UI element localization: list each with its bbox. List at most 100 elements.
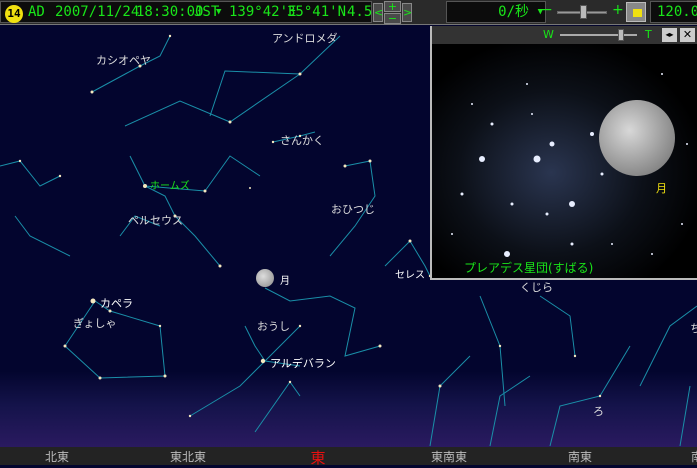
label-andromeda: アンドロメダ (272, 32, 338, 45)
star[interactable] (143, 184, 147, 188)
star[interactable] (158, 324, 162, 328)
label-taurus: おうし (257, 320, 290, 333)
pleiades-star (570, 242, 574, 246)
mode-badge[interactable]: 14 (5, 5, 23, 23)
moon-icon[interactable] (256, 269, 274, 287)
time-rate: 0/秒 (498, 4, 529, 20)
rate-plus[interactable]: + (612, 2, 624, 18)
timezone-dropdown-icon[interactable]: ▼ (216, 2, 221, 22)
star[interactable] (298, 324, 302, 328)
star[interactable] (343, 164, 347, 168)
toolbar: 14 AD 2007/11/24 18:30:00 JST ▼ 139°42'E… (0, 0, 697, 25)
datetime-location-display[interactable]: 14 AD 2007/11/24 18:30:00 JST ▼ 139°42'E… (0, 1, 372, 23)
label-aries: おひつじ (331, 203, 375, 216)
direction-ene: 東北東 (169, 450, 207, 464)
star[interactable] (438, 384, 442, 388)
rate-minus[interactable]: − (541, 2, 553, 18)
zoom-slider-thumb[interactable] (618, 29, 624, 41)
lock-button[interactable] (626, 2, 646, 22)
label-aldebaran: アルデバラン (270, 357, 336, 370)
constellation-line (539, 295, 576, 357)
star[interactable] (368, 159, 372, 163)
star[interactable] (63, 344, 67, 348)
pleiades-star (600, 172, 604, 176)
telescope-window: W T ◂▸ ✕ 月 プレアデス星団(すばる) (430, 26, 697, 280)
pleiades-star (451, 233, 453, 235)
constellation-line (254, 381, 301, 433)
field-of-view[interactable]: 120.0° (650, 1, 697, 23)
pleiades-star (490, 122, 494, 126)
moon-image (599, 100, 675, 176)
star[interactable] (260, 358, 266, 364)
zoom-out-button[interactable]: − (384, 13, 401, 24)
direction-bar: 北東 東北東 東 東南東 南東 南 (0, 447, 697, 467)
pleiades-star (510, 202, 514, 206)
star[interactable] (90, 90, 94, 94)
star[interactable] (58, 174, 62, 178)
object-title: プレアデス星団(すばる) (464, 261, 594, 275)
latitude[interactable]: 35°41'N (287, 2, 346, 22)
swap-icon[interactable]: ◂▸ (662, 28, 677, 42)
pleiades-image: 月 プレアデス星団(すばる) (432, 44, 697, 278)
close-icon[interactable]: ✕ (680, 28, 695, 42)
pleiades-star (479, 156, 485, 162)
constellation-line (129, 155, 221, 267)
label-ceres: セレス (395, 270, 425, 281)
constellation-line (124, 73, 301, 127)
star[interactable] (598, 394, 602, 398)
star[interactable] (18, 159, 22, 163)
star[interactable] (288, 380, 292, 384)
moon-label: 月 (656, 182, 667, 195)
star[interactable] (271, 140, 275, 144)
star[interactable] (573, 354, 577, 358)
pleiades-star (471, 103, 473, 105)
star[interactable] (378, 344, 382, 348)
direction-s: 南 (691, 448, 697, 465)
direction-ese: 東南東 (430, 450, 468, 464)
time-rate-display[interactable]: 0/秒 ▼ (446, 1, 546, 23)
date[interactable]: 2007/11/24 (55, 2, 139, 22)
rate-slider-thumb[interactable] (580, 5, 587, 19)
zoom-in-button[interactable]: + (384, 1, 401, 12)
star[interactable] (90, 298, 96, 304)
star[interactable] (203, 189, 207, 193)
rate-slider[interactable] (557, 5, 607, 19)
telescope-window-header: W T ◂▸ ✕ (432, 26, 697, 44)
star[interactable] (498, 344, 502, 348)
lock-icon (633, 9, 642, 17)
star[interactable] (163, 374, 167, 378)
constellation-line (189, 325, 266, 417)
star[interactable] (168, 34, 172, 38)
label-perseus: ペルセウス (128, 214, 183, 227)
pleiades-star (526, 83, 528, 85)
next-button[interactable]: > (402, 3, 412, 22)
constellation-line (479, 295, 506, 407)
pleiades-star (460, 192, 464, 196)
constellation-line (639, 305, 697, 387)
label-cassiopeia: カシオペヤ (96, 54, 151, 67)
star[interactable] (298, 72, 302, 76)
constellation-line (679, 385, 691, 447)
label-auriga: ぎょしゃ (73, 317, 117, 330)
prev-button[interactable]: < (373, 3, 383, 22)
star[interactable] (228, 120, 232, 124)
pleiades-star (549, 141, 555, 147)
label-ro: ろ (593, 405, 604, 418)
pleiades-star (545, 212, 549, 216)
star[interactable] (188, 414, 192, 418)
pleiades-star (569, 201, 575, 207)
pleiades-star (686, 143, 688, 145)
label-comet-holmes[interactable]: ホームズ (150, 177, 190, 192)
constellation-line (549, 345, 631, 447)
star[interactable] (249, 187, 251, 189)
era: AD (28, 4, 45, 20)
limiting-magnitude[interactable]: 4.5 (347, 2, 372, 22)
star[interactable] (218, 264, 222, 268)
constellation-line (0, 160, 61, 187)
direction-ne: 北東 (44, 450, 70, 464)
pleiades-star (531, 113, 533, 115)
constellation-line (429, 355, 471, 447)
zoom-slider[interactable] (560, 29, 637, 41)
star[interactable] (98, 376, 102, 380)
star[interactable] (408, 239, 412, 243)
